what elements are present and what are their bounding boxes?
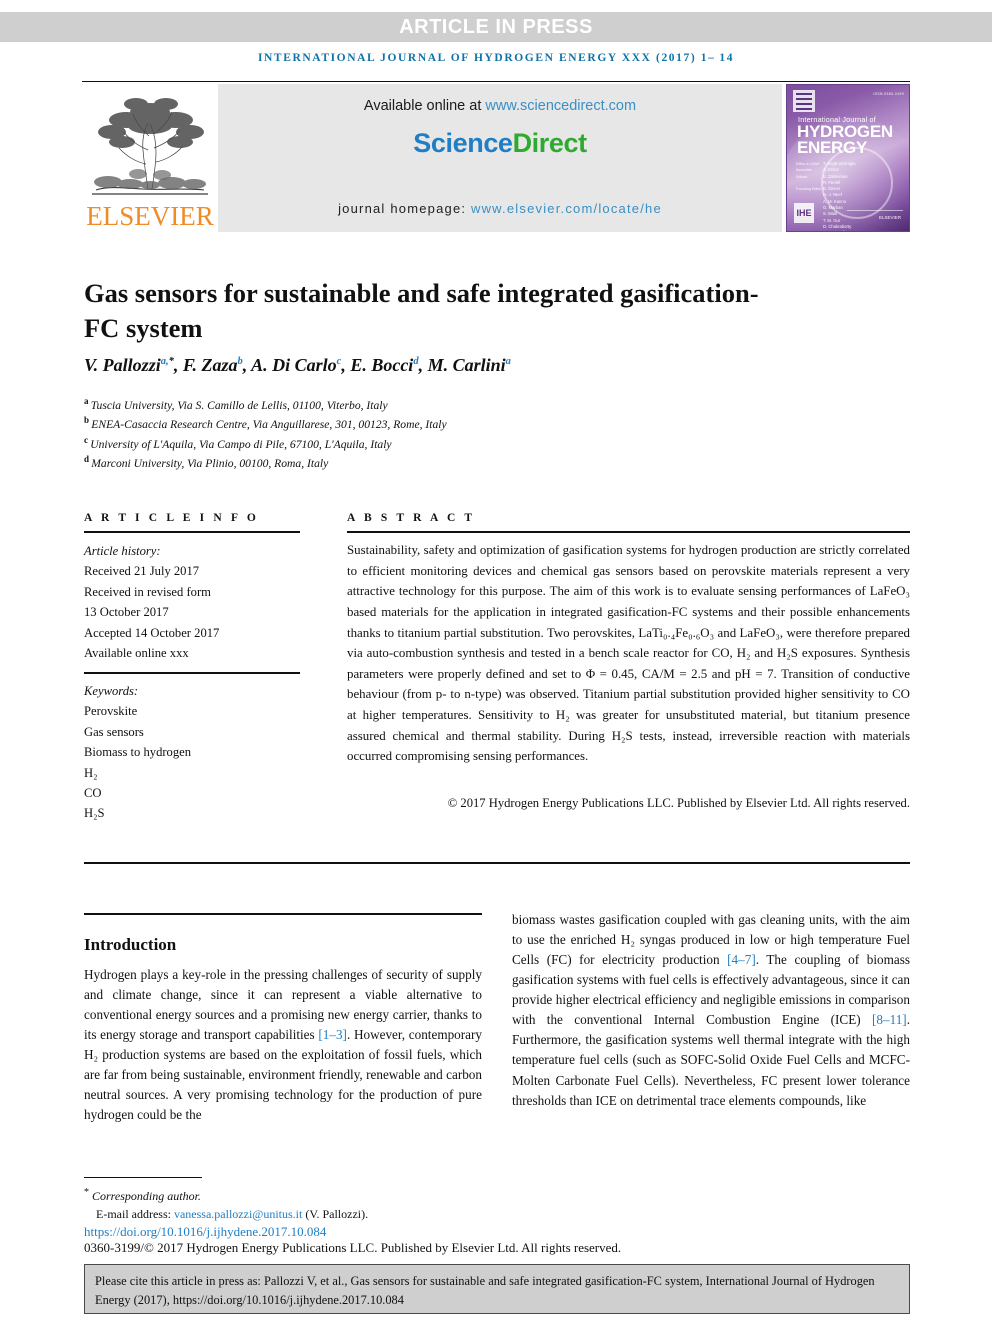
affiliation-text: Marconi University, Via Plinio, 00100, R… — [91, 457, 329, 471]
affiliation-text: University of L'Aquila, Via Campo di Pil… — [90, 437, 392, 451]
article-history-item: 13 October 2017 — [84, 605, 169, 620]
keyword-item: Gas sensors — [84, 724, 144, 739]
affiliation-text: Tuscia University, Via S. Camillo de Lel… — [90, 398, 388, 412]
body-column-right: biomass wastes gasification coupled with… — [512, 910, 910, 1111]
elsevier-tree-icon — [86, 90, 214, 202]
footnote-rule — [84, 1177, 202, 1178]
available-online-line: Available online at www.sciencedirect.co… — [364, 98, 636, 114]
corresponding-author-note: * Corresponding author. — [84, 1185, 504, 1205]
author-name[interactable]: A. Di Carlo — [251, 355, 337, 375]
elsevier-wordmark: ELSEVIER — [86, 201, 214, 231]
email-link[interactable]: vanessa.pallozzi@unitus.it — [174, 1207, 302, 1221]
author-name[interactable]: E. Bocci — [350, 355, 413, 375]
keyword-item: H₂ — [84, 765, 98, 780]
sciencedirect-logo-direct: Direct — [512, 128, 588, 158]
article-history-item: Available online xxx — [84, 645, 189, 660]
keyword-item: CO — [84, 785, 102, 800]
journal-homepage-line: journal homepage: www.elsevier.com/locat… — [218, 201, 782, 216]
email-label: E-mail address: — [96, 1207, 174, 1222]
journal-header: ELSEVIER Available online at www.science… — [82, 84, 910, 232]
keyword-item: Biomass to hydrogen — [84, 745, 192, 760]
journal-homepage-prefix: journal homepage: — [338, 201, 471, 216]
affiliation-item: c University of L'Aquila, Via Campo di P… — [84, 434, 784, 453]
citation-ref-1-3[interactable]: [1–3] — [318, 1027, 347, 1042]
cover-title-line2: ENERGY — [797, 138, 867, 157]
cover-issn: ISSN 0360-3199 — [873, 92, 904, 96]
article-info-rule-top — [84, 531, 300, 533]
corresponding-author-label: Corresponding author. — [89, 1189, 201, 1203]
author-affiliation-marker: a, — [160, 356, 169, 367]
cover-rule — [847, 210, 903, 211]
cover-editor-labels: Editor-in-Chief Associate Editors Foundi… — [796, 162, 822, 192]
header-top-rule — [82, 81, 910, 82]
cover-barcode-icon — [793, 90, 815, 112]
citation-ref-8-11[interactable]: [8–11] — [872, 1012, 907, 1027]
author-affiliation-marker: d — [413, 356, 419, 367]
keyword-item: Perovskite — [84, 704, 138, 719]
abstract-heading: A B S T R A C T — [347, 512, 476, 524]
journal-running-head: INTERNATIONAL JOURNAL OF HYDROGEN ENERGY… — [257, 52, 735, 64]
doi-link[interactable]: https://doi.org/10.1016/j.ijhydene.2017.… — [84, 1224, 326, 1240]
journal-cover-thumbnail[interactable]: ISSN 0360-3199 International Journal of … — [786, 84, 910, 232]
email-line: E-mail address: vanessa.pallozzi@unitus.… — [84, 1205, 504, 1223]
author-affiliation-marker: c — [336, 356, 342, 367]
affiliation-marker: a — [84, 396, 91, 406]
abstract-rule-bottom — [84, 862, 910, 864]
author-list: V. Pallozzia,*, F. Zazab, A. Di Carloc, … — [84, 355, 511, 375]
keywords-block: Keywords: Perovskite Gas sensors Biomass… — [84, 681, 304, 824]
sciencedirect-logo[interactable]: ScienceDirect — [413, 128, 588, 159]
citation-ref-4-7[interactable]: [4–7] — [727, 952, 756, 967]
corresponding-author-star: * — [168, 356, 174, 367]
keyword-item: H₂S — [84, 806, 105, 821]
article-info-rule-mid — [84, 672, 300, 674]
available-online-prefix: Available online at — [363, 98, 486, 114]
cover-publisher-mark: ELSEVIER — [878, 215, 901, 220]
sciencedirect-link[interactable]: www.sciencedirect.com — [485, 98, 636, 114]
sciencedirect-logo-science: Science — [413, 128, 513, 158]
section-rule — [84, 913, 482, 915]
article-page: ARTICLE IN PRESS INTERNATIONAL JOURNAL O… — [0, 0, 992, 1323]
footnote-block: * Corresponding author. E-mail address: … — [84, 1185, 504, 1223]
issn-copyright-line: 0360-3199/© 2017 Hydrogen Energy Publica… — [84, 1240, 622, 1255]
abstract-rule-top — [347, 531, 910, 533]
sciencedirect-panel: Available online at www.sciencedirect.co… — [218, 84, 782, 232]
affiliation-item: a Tuscia University, Via S. Camillo de L… — [84, 395, 784, 414]
article-history-item: Received in revised form — [84, 584, 211, 599]
author-affiliation-marker: a — [505, 356, 511, 367]
author-name[interactable]: V. Pallozzi — [84, 355, 161, 375]
email-suffix: (V. Pallozzi). — [302, 1207, 369, 1222]
affiliation-item: d Marconi University, Via Plinio, 00100,… — [84, 453, 784, 472]
article-history-label: Article history: — [84, 544, 161, 558]
keywords-label: Keywords: — [84, 684, 139, 698]
journal-homepage-link[interactable]: www.elsevier.com/locate/he — [471, 201, 662, 216]
elsevier-logo-block: ELSEVIER — [82, 84, 218, 232]
article-info-heading: A R T I C L E I N F O — [84, 512, 259, 524]
author-name[interactable]: M. Carlini — [428, 355, 506, 375]
affiliation-text: ENEA-Casaccia Research Centre, Via Angui… — [91, 418, 447, 432]
section-title-introduction: Introduction — [84, 935, 177, 955]
abstract-copyright: © 2017 Hydrogen Energy Publications LLC.… — [447, 796, 910, 810]
abstract-text: Sustainability, safety and optimization … — [347, 543, 910, 764]
affiliation-list: a Tuscia University, Via S. Camillo de L… — [84, 395, 784, 473]
author-affiliation-marker: b — [237, 356, 243, 367]
cover-society-mark: IHE — [794, 203, 814, 223]
author-name[interactable]: F. Zaza — [183, 355, 238, 375]
article-history-item: Accepted 14 October 2017 — [84, 625, 220, 640]
article-in-press-banner: ARTICLE IN PRESS — [0, 12, 992, 42]
cover-editor-names: T. Nejat Veziroglu A. Ersoz E. Zalnieriu… — [823, 161, 856, 231]
affiliation-item: b ENEA-Casaccia Research Centre, Via Ang… — [84, 414, 784, 433]
article-history-block: Article history: Received 21 July 2017 R… — [84, 541, 304, 663]
article-title: Gas sensors for sustainable and safe int… — [84, 277, 759, 344]
article-history-item: Received 21 July 2017 — [84, 564, 200, 579]
body-column-left: Hydrogen plays a key-role in the pressin… — [84, 965, 482, 1126]
cite-this-article-box: Please cite this article in press as: Pa… — [84, 1264, 910, 1314]
cite-this-article-text: Please cite this article in press as: Pa… — [95, 1274, 875, 1307]
article-in-press-label: ARTICLE IN PRESS — [399, 15, 593, 38]
